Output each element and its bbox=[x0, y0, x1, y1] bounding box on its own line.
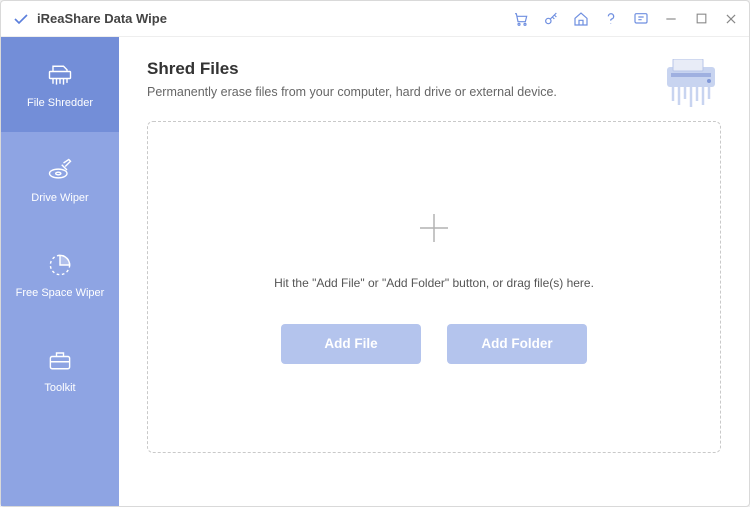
sidebar-item-label: Toolkit bbox=[44, 382, 75, 394]
pie-icon bbox=[46, 251, 74, 279]
dropzone-hint: Hit the "Add File" or "Add Folder" butto… bbox=[274, 276, 594, 290]
help-icon[interactable] bbox=[603, 11, 619, 27]
sidebar-item-file-shredder[interactable]: File Shredder bbox=[1, 37, 119, 132]
app-title: iReaShare Data Wipe bbox=[37, 11, 167, 26]
sidebar-item-toolkit[interactable]: Toolkit bbox=[1, 322, 119, 417]
cart-icon[interactable] bbox=[513, 11, 529, 27]
toolkit-icon bbox=[46, 346, 74, 374]
page-header: Shred Files Permanently erase files from… bbox=[147, 59, 721, 99]
page-title: Shred Files bbox=[147, 59, 721, 79]
minimize-icon[interactable] bbox=[663, 11, 679, 27]
sidebar-item-label: File Shredder bbox=[27, 97, 93, 109]
page-subtitle: Permanently erase files from your comput… bbox=[147, 85, 721, 99]
app-logo-icon bbox=[13, 11, 29, 27]
add-file-button[interactable]: Add File bbox=[281, 324, 421, 364]
key-icon[interactable] bbox=[543, 11, 559, 27]
plus-icon bbox=[417, 211, 451, 250]
feedback-icon[interactable] bbox=[633, 11, 649, 27]
sidebar: File Shredder Drive Wiper Free Space Wip… bbox=[1, 37, 119, 506]
sidebar-item-free-space-wiper[interactable]: Free Space Wiper bbox=[1, 227, 119, 322]
app-window: iReaShare Data Wipe bbox=[0, 0, 750, 507]
titlebar: iReaShare Data Wipe bbox=[1, 1, 749, 37]
dropzone-buttons: Add File Add Folder bbox=[281, 324, 587, 364]
main-content: Shred Files Permanently erase files from… bbox=[119, 37, 749, 506]
shredder-graphic-icon bbox=[661, 59, 721, 118]
shredder-icon bbox=[46, 61, 74, 89]
sidebar-item-drive-wiper[interactable]: Drive Wiper bbox=[1, 132, 119, 227]
titlebar-actions bbox=[513, 11, 739, 27]
sidebar-item-label: Drive Wiper bbox=[31, 192, 88, 204]
sidebar-item-label: Free Space Wiper bbox=[16, 287, 105, 299]
drive-icon bbox=[46, 156, 74, 184]
home-icon[interactable] bbox=[573, 11, 589, 27]
add-folder-button[interactable]: Add Folder bbox=[447, 324, 587, 364]
dropzone[interactable]: Hit the "Add File" or "Add Folder" butto… bbox=[147, 121, 721, 453]
maximize-icon[interactable] bbox=[693, 11, 709, 27]
close-icon[interactable] bbox=[723, 11, 739, 27]
